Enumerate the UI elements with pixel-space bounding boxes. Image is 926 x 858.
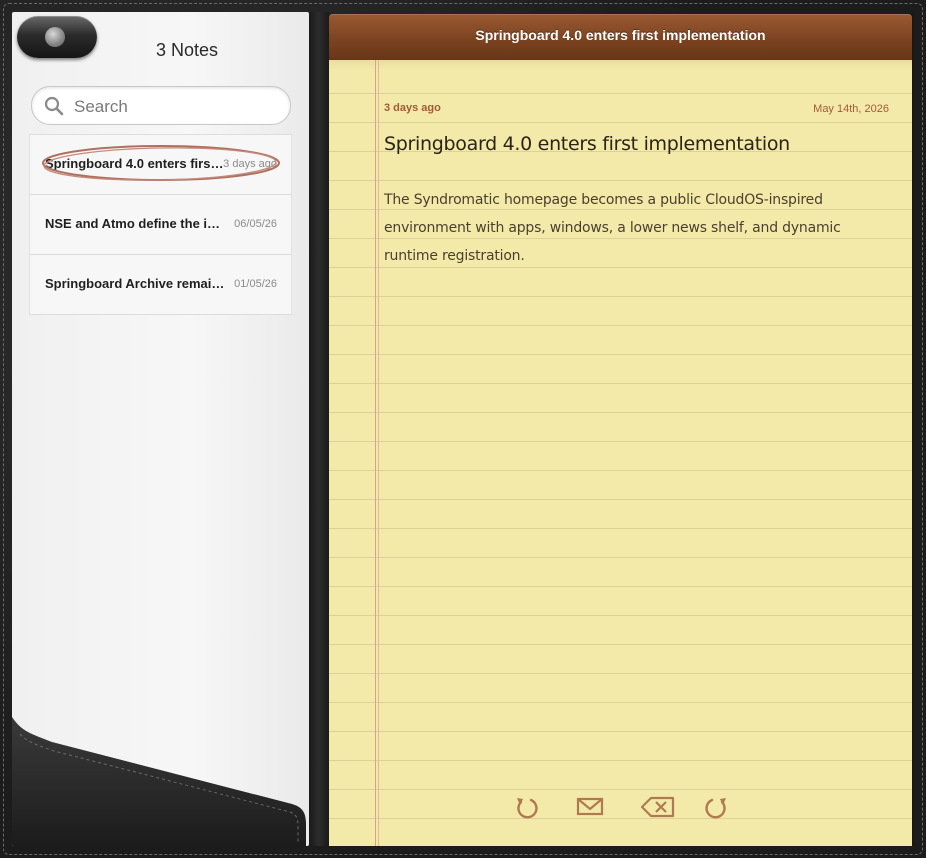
note-title: Springboard 4.0 enters first implementat… — [45, 156, 227, 171]
redo-icon[interactable] — [703, 793, 731, 821]
note-heading: Springboard 4.0 enters first implementat… — [384, 133, 790, 155]
notes-count: 3 Notes — [155, 40, 219, 60]
note-relative-date: 3 days ago — [384, 102, 441, 114]
note-list-item[interactable]: NSE and Atmo define the interface 06/05/… — [29, 195, 292, 255]
margin-line — [378, 60, 379, 846]
note-title: Springboard Archive remains available — [45, 276, 227, 291]
note-date: 3 days ago — [223, 158, 277, 170]
note-toolbar — [509, 793, 739, 825]
note-paper[interactable]: 3 days ago May 14th, 2026 Springboard 4.… — [329, 60, 912, 846]
note-list-item[interactable]: Springboard Archive remains available 01… — [29, 255, 292, 315]
note-title: NSE and Atmo define the interface — [45, 216, 227, 231]
paper-torn-edge — [329, 60, 912, 70]
header-title: Springboard 4.0 enters first implementat… — [475, 27, 766, 43]
note-list-item[interactable]: Springboard 4.0 enters first implementat… — [29, 135, 292, 195]
note-date: 06/05/26 — [234, 218, 277, 230]
right-border — [912, 12, 914, 846]
book-spine — [309, 12, 329, 846]
menu-button[interactable] — [17, 16, 97, 58]
notes-sidebar: 3 Notes Springboard 4.0 enters first imp… — [12, 12, 309, 846]
margin-line — [375, 60, 376, 846]
undo-icon[interactable] — [512, 793, 540, 821]
menu-knob-icon — [45, 27, 65, 47]
mail-icon[interactable] — [576, 793, 604, 821]
note-header-bar: Springboard 4.0 enters first implementat… — [329, 14, 912, 60]
search-box[interactable] — [31, 86, 291, 126]
note-date: 01/05/26 — [234, 278, 277, 290]
note-list: Springboard 4.0 enters first implementat… — [29, 134, 292, 315]
search-icon — [44, 96, 64, 116]
note-body[interactable]: The Syndromatic homepage becomes a publi… — [384, 186, 884, 270]
search-input[interactable] — [72, 87, 286, 126]
note-full-date: May 14th, 2026 — [813, 103, 889, 115]
delete-icon[interactable] — [640, 793, 676, 821]
